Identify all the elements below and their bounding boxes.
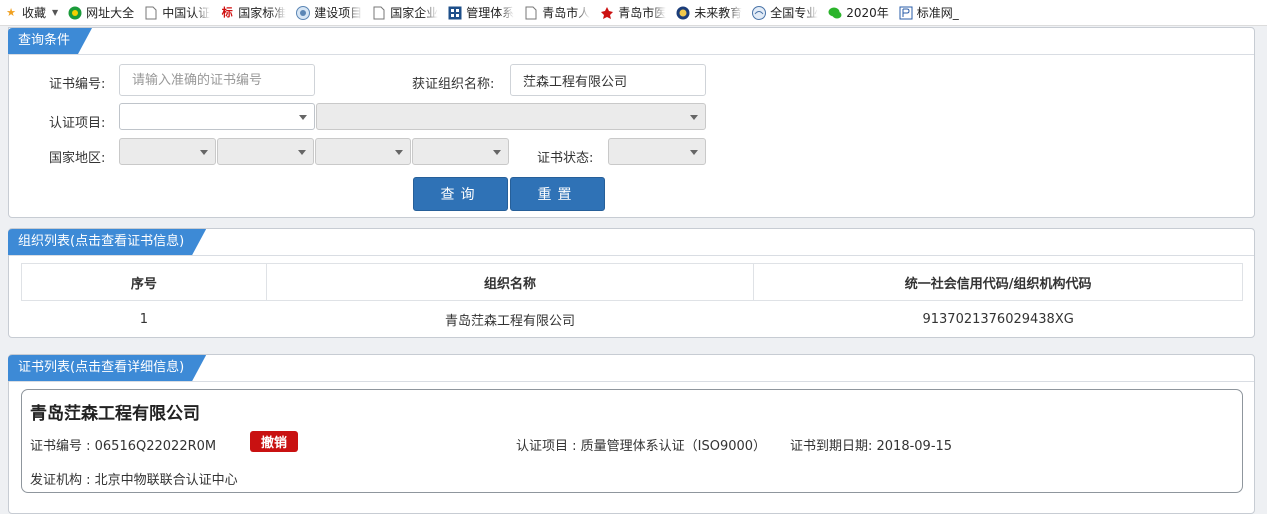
cert-list-tag: 证书列表(点击查看详细信息)	[8, 355, 206, 381]
region-select-4[interactable]	[412, 138, 509, 165]
col-header-no: 序号	[21, 263, 267, 301]
bookmark-item[interactable]: 标 国家标准	[216, 0, 292, 25]
bookmark-item[interactable]: 未来教育	[672, 0, 748, 25]
status-select[interactable]	[608, 138, 706, 165]
org-table: 序号 组织名称 统一社会信用代码/组织机构代码 1 青岛茳森工程有限公司 913…	[21, 263, 1243, 338]
bookmark-item[interactable]: 中国认证	[140, 0, 216, 25]
region-select-1[interactable]	[119, 138, 216, 165]
bookmark-item[interactable]: 青岛市医	[596, 0, 672, 25]
cert-company-name: 青岛茳森工程有限公司	[30, 404, 200, 424]
org-list-header: 组织列表(点击查看证书信息)	[9, 229, 1254, 256]
cert-list-header: 证书列表(点击查看详细信息)	[9, 355, 1254, 382]
bookmark-item[interactable]: 国家企业	[368, 0, 444, 25]
page-icon	[372, 6, 386, 20]
cell-no: 1	[139, 312, 149, 327]
cert-expiry: 证书到期日期: 2018-09-15	[790, 439, 953, 454]
cert-no-label: 证书编号:	[49, 77, 106, 92]
chevron-down-icon	[690, 150, 698, 155]
page-icon	[524, 6, 538, 20]
bookmark-item[interactable]: 全国专业	[748, 0, 824, 25]
chevron-down-icon	[395, 150, 403, 155]
cert-no-input[interactable]	[119, 64, 315, 96]
globe-green-icon	[68, 6, 82, 20]
org-name-input[interactable]	[510, 64, 706, 96]
table-row[interactable]: 1 青岛茳森工程有限公司 9137021376029438XG	[22, 301, 1243, 339]
bookmark-item[interactable]: 标准网_	[895, 0, 965, 25]
star-icon: ★	[6, 5, 16, 19]
chevron-down-icon	[493, 150, 501, 155]
cell-org-name[interactable]: 青岛茳森工程有限公司	[266, 301, 754, 339]
cert-card[interactable]: 青岛茳森工程有限公司 证书编号 : 06516Q22022R0M 撤销 认证项目…	[21, 389, 1243, 493]
badge-icon	[676, 6, 690, 20]
org-list-panel: 组织列表(点击查看证书信息) 序号 组织名称 统一社会信用代码/组织机构代码 1…	[8, 228, 1255, 338]
col-header-code: 统一社会信用代码/组织机构代码	[753, 263, 1243, 301]
query-panel-header: 查询条件	[9, 28, 1254, 55]
chevron-down-icon	[200, 150, 208, 155]
org-name-label: 获证组织名称:	[412, 77, 495, 92]
bookmarks-bar: ★ 收藏 ▼ 网址大全 中国认证 标 国家标准 建设项目 国家企业 管理体系 青…	[0, 0, 1267, 26]
cert-issuer: 发证机构 : 北京中物联联合认证中心	[30, 473, 238, 488]
page-icon	[144, 6, 158, 20]
bookmark-item[interactable]: 2020年	[824, 0, 895, 25]
grid-icon	[448, 6, 462, 20]
bookmark-item[interactable]: 建设项目	[292, 0, 368, 25]
reset-button[interactable]: 重置	[510, 177, 605, 211]
cert-list-panel: 证书列表(点击查看详细信息) 青岛茳森工程有限公司 证书编号 : 06516Q2…	[8, 354, 1255, 514]
project-label: 认证项目:	[49, 116, 106, 131]
project-select[interactable]	[119, 103, 315, 130]
book-icon	[899, 6, 913, 20]
table-header-row: 序号 组织名称 统一社会信用代码/组织机构代码	[21, 263, 1243, 301]
col-header-name: 组织名称	[265, 263, 755, 301]
chevron-down-icon	[298, 150, 306, 155]
chevron-down-icon	[299, 115, 307, 120]
project-sub-select[interactable]	[316, 103, 706, 130]
search-button[interactable]: 查询	[413, 177, 508, 211]
redleaf-icon	[600, 6, 614, 20]
chevron-down-icon[interactable]: ▼	[52, 8, 58, 17]
cell-code: 9137021376029438XG	[922, 312, 1074, 327]
bookmark-item[interactable]: 网址大全	[64, 0, 140, 25]
status-label: 证书状态:	[537, 151, 594, 166]
cert-project: 认证项目 : 质量管理体系认证（ISO9000）	[516, 439, 767, 454]
query-panel-tag: 查询条件	[8, 28, 92, 54]
chevron-down-icon	[690, 115, 698, 120]
bookmark-item[interactable]: 管理体系	[444, 0, 520, 25]
cert-number: 证书编号 : 06516Q22022R0M	[30, 439, 217, 454]
query-panel: 查询条件 证书编号: 获证组织名称: 认证项目: 国家地区: 证书状态: 查询 …	[8, 27, 1255, 218]
org-list-tag: 组织列表(点击查看证书信息)	[8, 229, 206, 255]
emblem-icon	[752, 5, 767, 20]
biao-icon: 标	[221, 5, 233, 19]
emblem-icon	[296, 5, 311, 20]
status-badge: 撤销	[250, 431, 298, 452]
region-label: 国家地区:	[49, 151, 106, 166]
bookmark-item[interactable]: 青岛市人	[520, 0, 596, 25]
wechat-icon	[828, 6, 842, 20]
region-select-2[interactable]	[217, 138, 314, 165]
region-select-3[interactable]	[315, 138, 411, 165]
bookmark-favorites[interactable]: ★ 收藏 ▼	[0, 0, 64, 25]
